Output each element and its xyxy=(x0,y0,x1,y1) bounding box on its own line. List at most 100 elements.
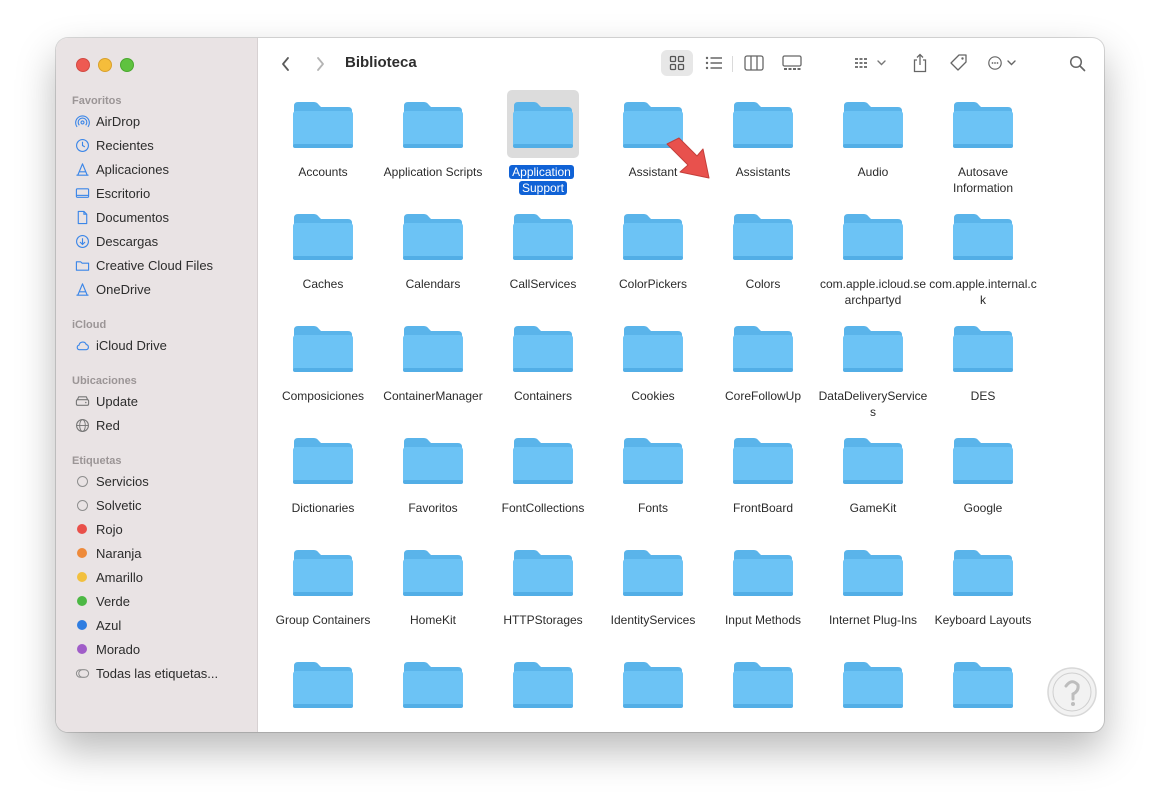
folder-item[interactable] xyxy=(928,650,1038,718)
zoom-window-button[interactable] xyxy=(120,58,134,72)
folder-item[interactable]: Colors xyxy=(708,202,818,292)
folder-icon xyxy=(293,662,353,708)
folder-item[interactable]: Cookies xyxy=(598,314,708,404)
folder-item[interactable]: com.apple.internal.ck xyxy=(928,202,1038,308)
folder-item[interactable]: Audio xyxy=(818,90,928,180)
back-button[interactable] xyxy=(276,54,296,74)
sidebar-item-red[interactable]: Red xyxy=(56,413,257,437)
folder-item[interactable]: FontCollections xyxy=(488,426,598,516)
folder-item[interactable]: ColorPickers xyxy=(598,202,708,292)
folder-item[interactable]: Containers xyxy=(488,314,598,404)
minimize-window-button[interactable] xyxy=(98,58,112,72)
tags-button[interactable] xyxy=(946,50,972,76)
folder-label: Calendars xyxy=(378,276,488,292)
folder-item[interactable]: Caches xyxy=(268,202,378,292)
folder-item[interactable]: Input Methods xyxy=(708,538,818,628)
more-actions-button[interactable] xyxy=(984,50,1024,76)
sidebar-item-servicios[interactable]: Servicios xyxy=(56,469,257,493)
sidebar-item-label: Documentos xyxy=(96,209,169,225)
folder-item[interactable] xyxy=(708,650,818,718)
folder-item[interactable]: Dictionaries xyxy=(268,426,378,516)
group-by-button[interactable] xyxy=(851,50,891,76)
share-button[interactable] xyxy=(908,50,932,76)
list-view-button[interactable] xyxy=(699,50,729,76)
folder-item[interactable]: HTTPStorages xyxy=(488,538,598,628)
folder-item[interactable]: Composiciones xyxy=(268,314,378,404)
grid-view-icon xyxy=(669,55,685,71)
folder-item[interactable]: GameKit xyxy=(818,426,928,516)
search-button[interactable] xyxy=(1066,52,1088,74)
folder-item[interactable]: Fonts xyxy=(598,426,708,516)
sidebar-item-descargas[interactable]: Descargas xyxy=(56,229,257,253)
tag-color-icon xyxy=(74,617,90,633)
sidebar-item-creative-cloud-files[interactable]: Creative Cloud Files xyxy=(56,253,257,277)
sidebar-item-label: Creative Cloud Files xyxy=(96,257,214,273)
folder-item[interactable] xyxy=(378,650,488,718)
folder-icon-wrap xyxy=(397,538,469,606)
sidebar-item-morado[interactable]: Morado xyxy=(56,637,257,661)
folder-item[interactable]: DES xyxy=(928,314,1038,404)
sidebar-item-azul[interactable]: Azul xyxy=(56,613,257,637)
folder-icon-wrap xyxy=(507,314,579,382)
sidebar-item-recientes[interactable]: Recientes xyxy=(56,133,257,157)
folder-item[interactable]: IdentityServices xyxy=(598,538,708,628)
sidebar-item-label: Naranja xyxy=(96,545,142,561)
folder-label: Favoritos xyxy=(378,500,488,516)
folder-item[interactable]: ContainerManager xyxy=(378,314,488,404)
folder-item[interactable] xyxy=(488,650,598,718)
folder-name: DES xyxy=(970,389,996,403)
folder-item[interactable] xyxy=(598,650,708,718)
folder-item[interactable]: Calendars xyxy=(378,202,488,292)
sidebar-item-todas-las-etiquetas[interactable]: Todas las etiquetas... xyxy=(56,661,257,685)
sidebar-item-update[interactable]: Update xyxy=(56,389,257,413)
sidebar-item-onedrive[interactable]: OneDrive xyxy=(56,277,257,301)
folder-item[interactable]: com.apple.icloud.searchpartyd xyxy=(818,202,928,308)
folder-item[interactable]: Favoritos xyxy=(378,426,488,516)
folder-item[interactable]: CallServices xyxy=(488,202,598,292)
folder-item[interactable]: Google xyxy=(928,426,1038,516)
folder-label: Application Support xyxy=(488,164,598,196)
sidebar-item-rojo[interactable]: Rojo xyxy=(56,517,257,541)
icloud-heading: iCloud xyxy=(72,319,107,331)
folder-icon xyxy=(733,214,793,260)
sidebar-item-icloud-drive[interactable]: iCloud Drive xyxy=(56,333,257,357)
sidebar-item-amarillo[interactable]: Amarillo xyxy=(56,565,257,589)
sidebar-item-solvetic[interactable]: Solvetic xyxy=(56,493,257,517)
tag-icon xyxy=(950,54,967,71)
sidebar-item-naranja[interactable]: Naranja xyxy=(56,541,257,565)
folder-item[interactable]: Accounts xyxy=(268,90,378,180)
folder-item[interactable]: Application Scripts xyxy=(378,90,488,180)
folder-name: Google xyxy=(963,501,1003,515)
folder-item[interactable]: Autosave Information xyxy=(928,90,1038,196)
folder-label: Group Containers xyxy=(268,612,378,628)
folder-label: Input Methods xyxy=(708,612,818,628)
sidebar-item-escritorio[interactable]: Escritorio xyxy=(56,181,257,205)
folder-item[interactable]: Application Support xyxy=(488,90,598,196)
folder-item[interactable] xyxy=(818,650,928,718)
column-view-button[interactable] xyxy=(739,50,769,76)
folder-label: Autosave Information xyxy=(928,164,1038,196)
folder-item[interactable]: Keyboard Layouts xyxy=(928,538,1038,628)
forward-button[interactable] xyxy=(310,54,330,74)
sidebar-item-verde[interactable]: Verde xyxy=(56,589,257,613)
folder-item[interactable]: HomeKit xyxy=(378,538,488,628)
sidebar-item-documentos[interactable]: Documentos xyxy=(56,205,257,229)
folder-item[interactable]: FrontBoard xyxy=(708,426,818,516)
sidebar-item-label: AirDrop xyxy=(96,113,141,129)
folder-item[interactable]: Internet Plug-Ins xyxy=(818,538,928,628)
folder-name: Audio xyxy=(857,165,889,179)
close-window-button[interactable] xyxy=(76,58,90,72)
gallery-view-button[interactable] xyxy=(777,50,807,76)
folder-name: Fonts xyxy=(637,501,668,515)
folder-item[interactable]: DataDeliveryServices xyxy=(818,314,928,420)
sidebar-item-aplicaciones[interactable]: Aplicaciones xyxy=(56,157,257,181)
chevron-left-icon xyxy=(282,57,289,71)
folder-name: Calendars xyxy=(405,277,461,291)
folder-item[interactable]: Group Containers xyxy=(268,538,378,628)
sidebar-item-label: Update xyxy=(96,393,138,409)
sidebar-item-airdrop[interactable]: AirDrop xyxy=(56,109,257,133)
folder-item[interactable]: Assistants xyxy=(708,90,818,180)
folder-item[interactable]: CoreFollowUp xyxy=(708,314,818,404)
folder-item[interactable] xyxy=(268,650,378,718)
grid-view-button[interactable] xyxy=(661,50,693,76)
